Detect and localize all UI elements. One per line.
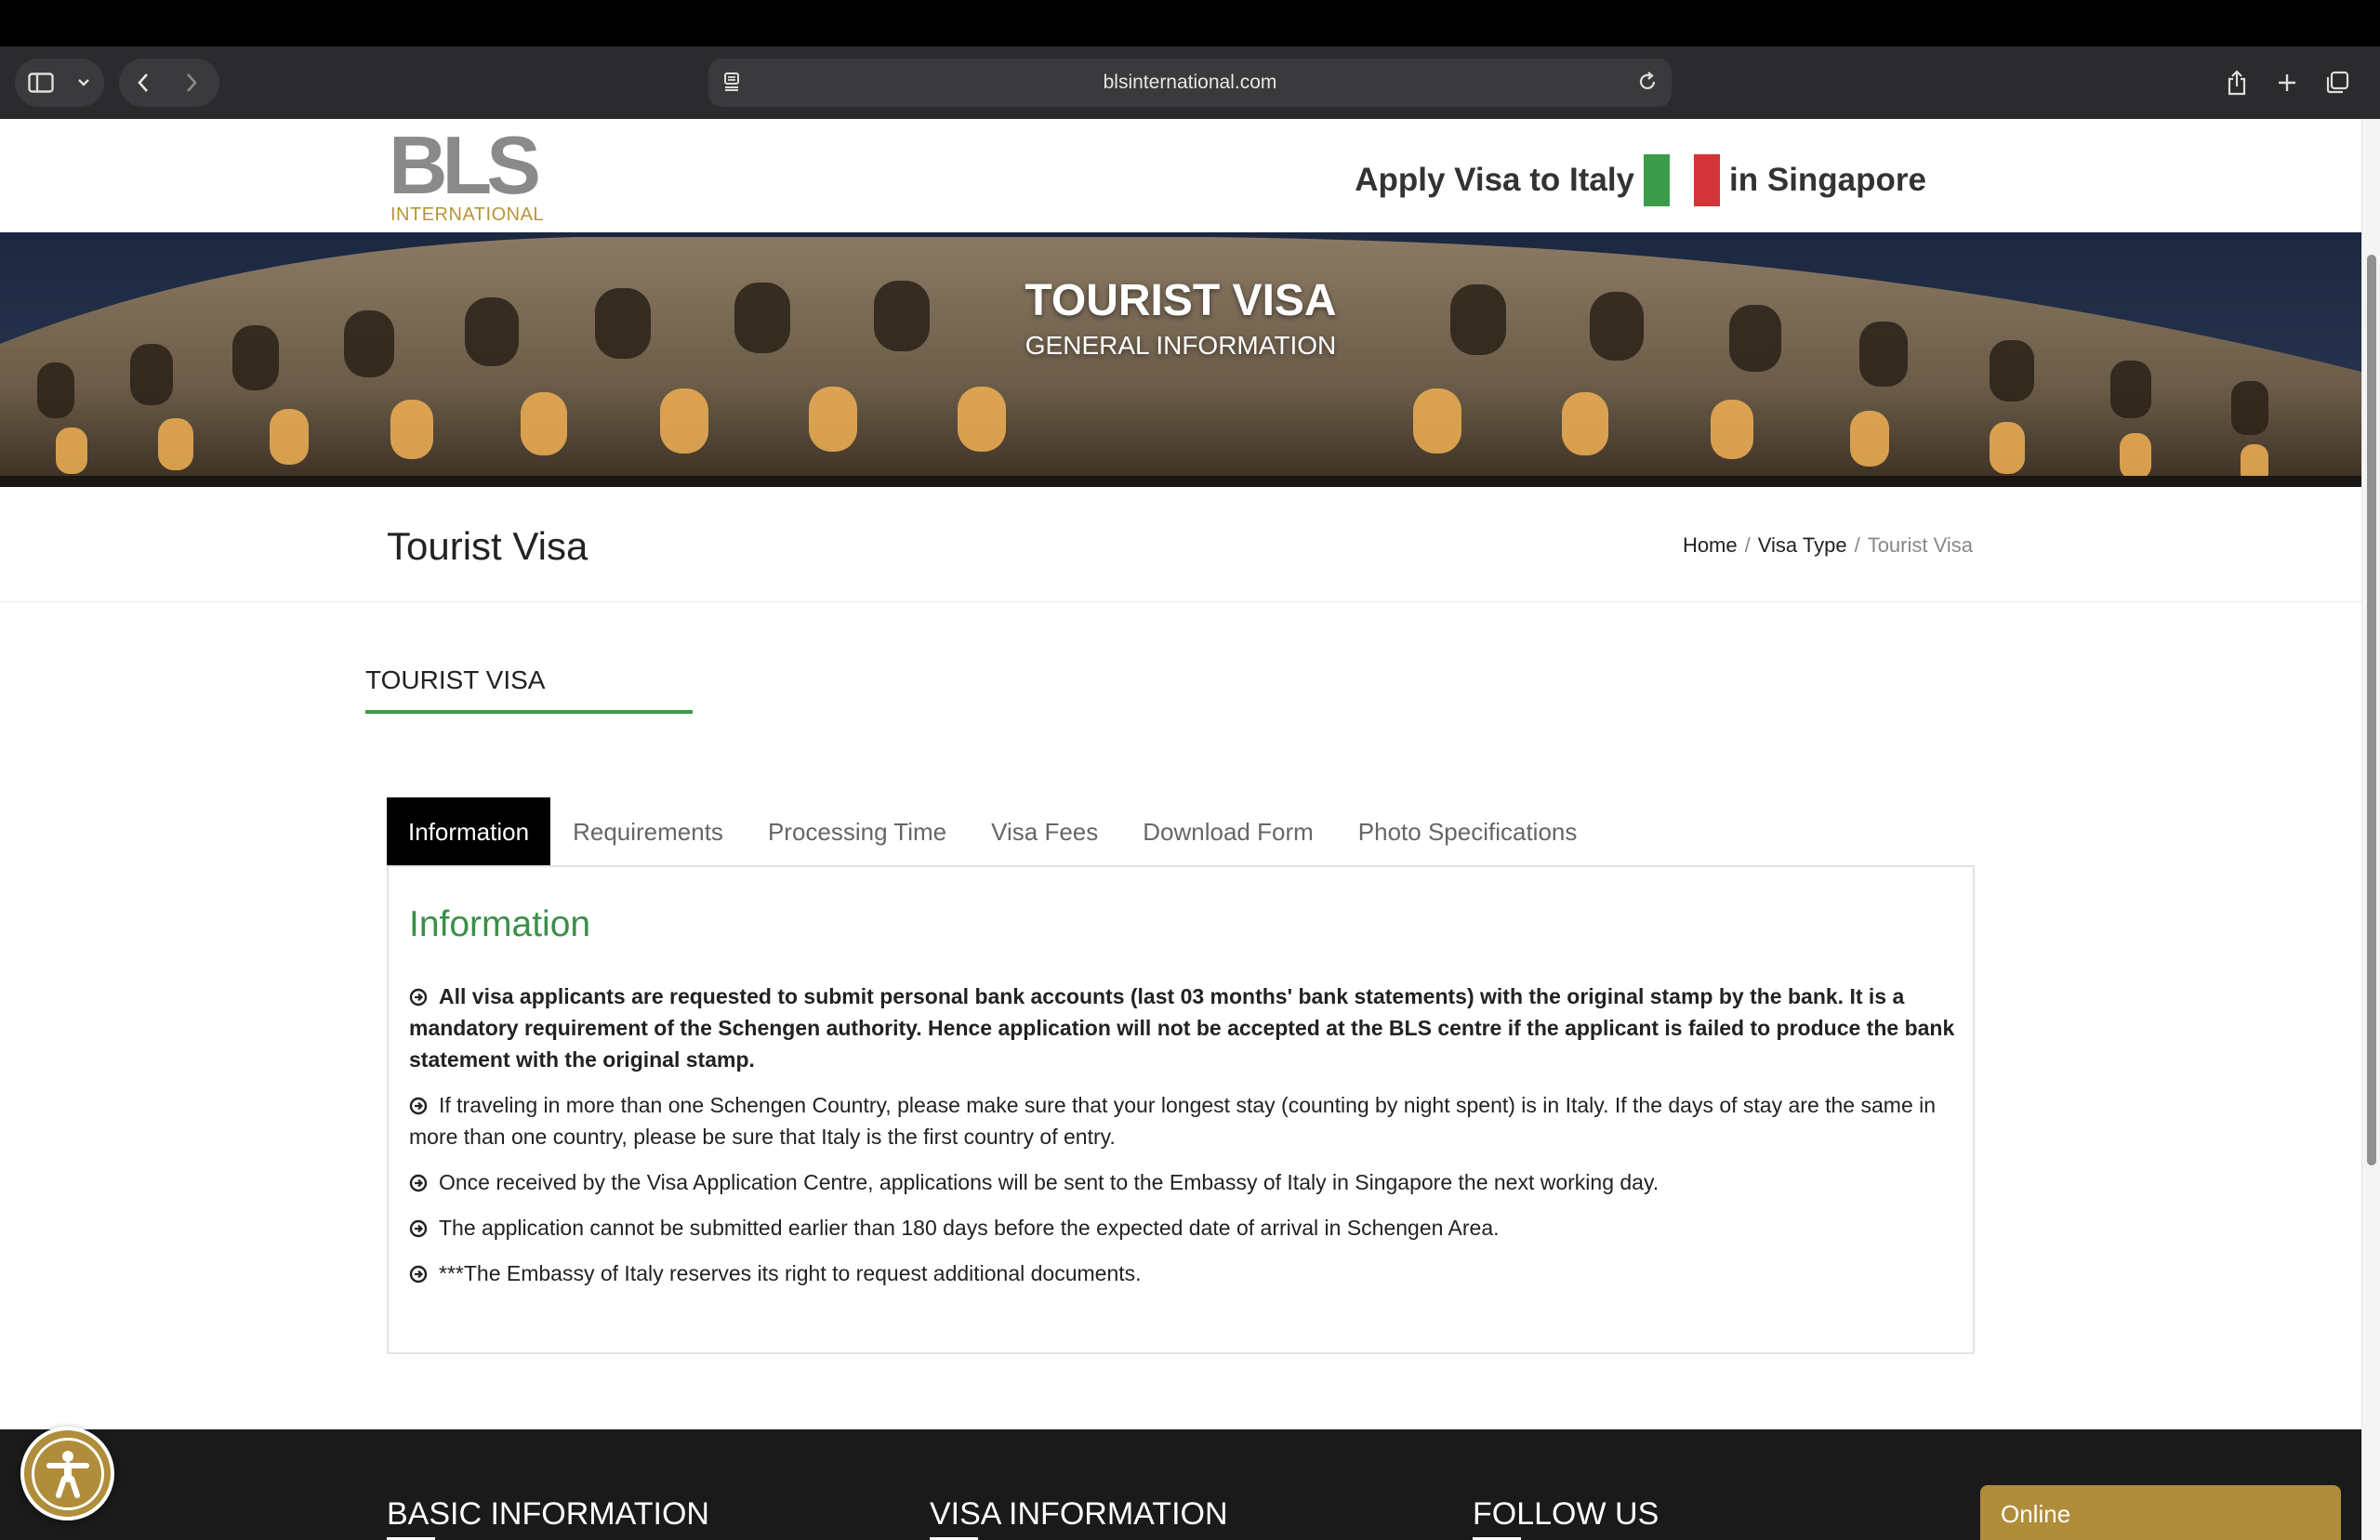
tab-visa-fees[interactable]: Visa Fees [969, 797, 1120, 866]
page-title: Tourist Visa [387, 524, 588, 568]
list-item-text: The application cannot be submitted earl… [439, 1216, 1500, 1240]
list-item: ***The Embassy of Italy reserves its rig… [409, 1257, 1962, 1289]
share-button[interactable] [2213, 59, 2261, 107]
page-title-bar: Tourist Visa Home / Visa Type / Tourist … [0, 487, 2361, 602]
breadcrumb: Home / Visa Type / Tourist Visa [1683, 533, 1973, 558]
footer-heading-follow-us: FOLLOW US [1473, 1496, 1659, 1532]
circle-arrow-right-icon [409, 988, 428, 1007]
header-title-pre: Apply Visa to Italy [1355, 162, 1635, 198]
scrollbar-thumb[interactable] [2367, 255, 2376, 1165]
sidebar-menu-button[interactable] [67, 59, 100, 107]
hero-banner: TOURIST VISA GENERAL INFORMATION [0, 232, 2361, 487]
list-item: All visa applicants are requested to sub… [409, 981, 1962, 1075]
sidebar-icon [28, 72, 54, 93]
chat-status-label: Online [2001, 1500, 2071, 1528]
window-titlebar [0, 0, 2380, 46]
list-item-text: All visa applicants are requested to sub… [409, 984, 1955, 1072]
url-text: blsinternational.com [1103, 72, 1277, 93]
browser-toolbar: blsinternational.com [0, 46, 2380, 119]
breadcrumb-current: Tourist Visa [1867, 533, 1973, 557]
header-title: Apply Visa to Italy in Singapore [1355, 154, 1926, 206]
footer-heading-basic-information: BASIC INFORMATION [387, 1496, 709, 1532]
address-bar[interactable]: blsinternational.com [708, 59, 1672, 107]
breadcrumb-separator: / [1744, 533, 1751, 557]
breadcrumb-visa-type[interactable]: Visa Type [1758, 533, 1847, 558]
bls-logo[interactable]: BLS INTERNATIONAL [389, 125, 547, 229]
panel-title: Information [409, 904, 591, 944]
circle-arrow-right-icon [409, 1265, 428, 1283]
footer-heading-visa-information: VISA INFORMATION [930, 1496, 1228, 1532]
list-item: If traveling in more than one Schengen C… [409, 1089, 1962, 1152]
list-item-text: ***The Embassy of Italy reserves its rig… [439, 1261, 1142, 1285]
sidebar-button-group [15, 59, 104, 107]
section-heading-underline [365, 710, 693, 714]
section-heading: TOURIST VISA [365, 665, 546, 694]
logo-letters: BLS [389, 119, 541, 211]
chat-widget[interactable]: Online [1980, 1485, 2341, 1540]
circle-arrow-right-icon [409, 1174, 428, 1192]
logo-subtitle: INTERNATIONAL [390, 204, 545, 225]
new-tab-button[interactable] [2263, 59, 2311, 107]
list-item-text: If traveling in more than one Schengen C… [409, 1093, 1937, 1149]
toolbar-right-group [2213, 59, 2361, 107]
tab-overview-button[interactable] [2313, 59, 2361, 107]
tab-bar: Information Requirements Processing Time… [387, 797, 1599, 866]
breadcrumb-separator: / [1854, 533, 1860, 557]
list-item: Once received by the Visa Application Ce… [409, 1166, 1962, 1198]
back-button[interactable] [119, 59, 167, 107]
tab-photo-specifications[interactable]: Photo Specifications [1336, 797, 1600, 866]
hero-subtitle: GENERAL INFORMATION [1025, 331, 1337, 360]
circle-arrow-right-icon [409, 1097, 428, 1115]
chevron-down-icon [78, 79, 89, 86]
page-scrollbar[interactable] [2361, 119, 2380, 1540]
header-title-post: in Singapore [1729, 162, 1926, 198]
accessibility-icon [46, 1450, 89, 1498]
tabs-icon [2326, 71, 2349, 94]
plus-icon [2279, 74, 2295, 91]
tab-processing-time[interactable]: Processing Time [746, 797, 969, 866]
share-icon [2228, 70, 2246, 96]
accessibility-button[interactable] [20, 1427, 114, 1520]
forward-button[interactable] [167, 59, 216, 107]
chevron-right-icon [187, 73, 197, 92]
sidebar-toggle-button[interactable] [15, 59, 67, 107]
web-page: BLS INTERNATIONAL Apply Visa to Italy in… [0, 119, 2361, 1540]
circle-arrow-right-icon [409, 1219, 428, 1238]
tab-panel-information: Information All visa applicants are requ… [387, 865, 1975, 1354]
list-item-text: Once received by the Visa Application Ce… [439, 1170, 1659, 1194]
nav-button-group [119, 59, 219, 107]
reload-icon[interactable] [1636, 71, 1659, 93]
accessibility-icon-ring [31, 1437, 104, 1510]
info-list: All visa applicants are requested to sub… [409, 981, 1962, 1303]
tab-download-form[interactable]: Download Form [1120, 797, 1336, 866]
site-header: BLS INTERNATIONAL Apply Visa to Italy in… [0, 119, 2361, 232]
hero-title: TOURIST VISA [1025, 276, 1337, 325]
list-item: The application cannot be submitted earl… [409, 1212, 1962, 1244]
tab-requirements[interactable]: Requirements [550, 797, 746, 866]
italy-flag-icon [1644, 154, 1721, 206]
chevron-left-icon [138, 73, 148, 92]
breadcrumb-home[interactable]: Home [1683, 533, 1738, 558]
tab-information[interactable]: Information [387, 797, 551, 866]
